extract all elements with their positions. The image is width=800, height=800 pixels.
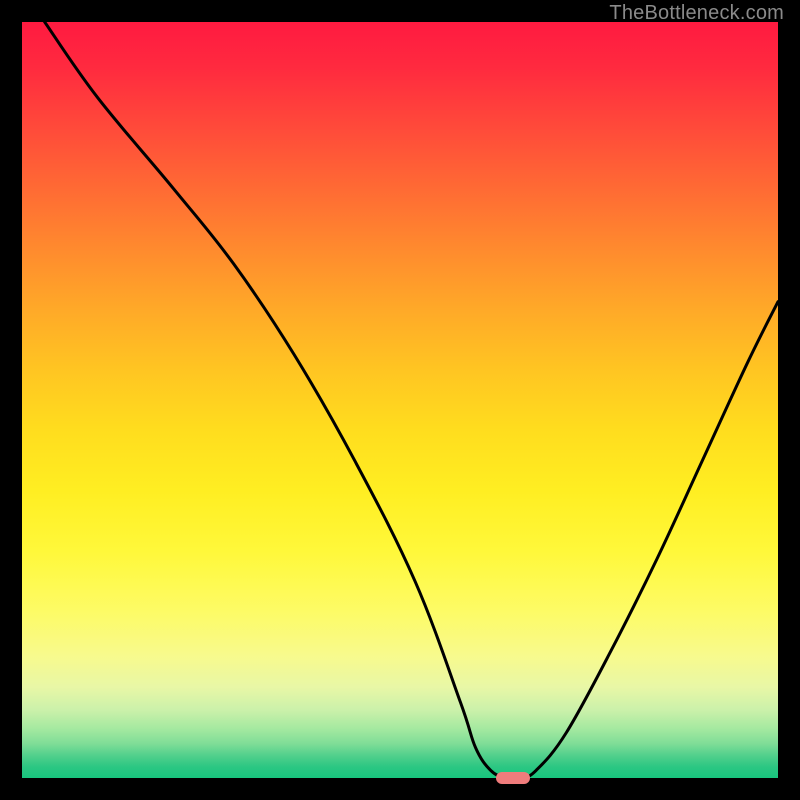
minimum-marker xyxy=(496,772,530,784)
chart-frame: TheBottleneck.com xyxy=(0,0,800,800)
plot-area xyxy=(22,22,778,778)
bottleneck-curve xyxy=(22,22,778,778)
